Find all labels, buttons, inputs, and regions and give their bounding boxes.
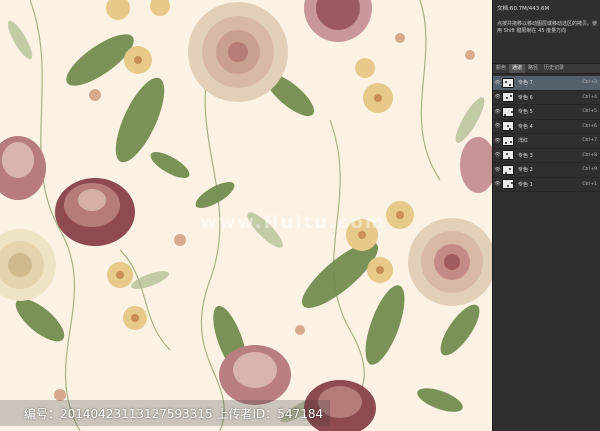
document-info: 文档:60.7M/443.6M 点按并拖移以移动图层或移动选区的拷贝。使用 Sh… (493, 0, 600, 56)
channel-list: 👁 专色 7 Ctrl+3 👁 专色 6 Ctrl+4 👁 专色 5 Ctrl+… (493, 76, 600, 192)
channel-name: 专色 5 (518, 109, 533, 116)
channel-name: 专色 3 (518, 152, 533, 159)
channel-shortcut: Ctrl+9 (582, 167, 597, 173)
channel-name: 专色 4 (518, 123, 533, 130)
document-size: 文档:60.7M/443.6M (497, 6, 550, 12)
channel-name: 专色 1 (518, 181, 533, 188)
channel-row[interactable]: 👁 专色 5 Ctrl+5 (493, 105, 600, 120)
channel-shortcut: Ctrl+4 (582, 94, 597, 100)
footer-id-text: 编号：20140423113127593315 上传者ID：547184 (24, 407, 324, 421)
channel-row[interactable]: 👁 专色 1 Ctrl+1 (493, 178, 600, 192)
channel-row[interactable]: 👁 专色 7 Ctrl+3 (493, 76, 600, 91)
watermark-text: www.Huitu.com (200, 212, 386, 233)
tab-history[interactable]: 历史记录 (541, 64, 567, 73)
channel-row[interactable]: 👁 专色 2 Ctrl+9 (493, 163, 600, 178)
channel-name: 专色 2 (518, 167, 533, 174)
channel-shortcut: Ctrl+1 (582, 181, 597, 187)
eye-icon[interactable]: 👁 (493, 167, 502, 173)
channel-shortcut: Ctrl+7 (582, 138, 597, 144)
tab-color[interactable]: 颜色 (493, 64, 509, 73)
channel-thumbnail (502, 106, 514, 117)
channel-row[interactable]: 👁 专色 4 Ctrl+6 (493, 120, 600, 134)
channel-row[interactable]: 👁 洋红 Ctrl+7 (493, 134, 600, 149)
eye-icon[interactable]: 👁 (493, 109, 502, 115)
channel-shortcut: Ctrl+8 (582, 152, 597, 158)
tool-hint: 点按并拖移以移动图层或移动选区的拷贝。使用 Shift 键限制在 45 度量方向 (497, 21, 598, 34)
channel-row[interactable]: 👁 专色 3 Ctrl+8 (493, 149, 600, 163)
channel-thumbnail (502, 150, 514, 161)
tab-channels[interactable]: 通道 (509, 64, 526, 73)
channel-name: 专色 6 (518, 94, 533, 101)
image-footer: 编号：20140423113127593315 上传者ID：547184 (0, 392, 492, 431)
channel-thumbnail (502, 121, 514, 132)
channel-thumbnail (502, 92, 514, 103)
channel-thumbnail (502, 135, 514, 146)
channel-thumbnail (502, 164, 514, 175)
channel-shortcut: Ctrl+3 (582, 80, 597, 86)
eye-icon[interactable]: 👁 (493, 123, 502, 129)
channel-name: 洋红 (518, 138, 529, 145)
eye-icon[interactable]: 👁 (493, 80, 502, 86)
eye-icon[interactable]: 👁 (493, 181, 502, 187)
tab-paths[interactable]: 路径 (525, 64, 541, 73)
eye-icon[interactable]: 👁 (493, 152, 502, 158)
channels-panel: 文档:60.7M/443.6M 点按并拖移以移动图层或移动选区的拷贝。使用 Sh… (492, 0, 600, 431)
channel-row[interactable]: 👁 专色 6 Ctrl+4 (493, 91, 600, 105)
channel-shortcut: Ctrl+6 (582, 123, 597, 129)
panel-tabs: 颜色 通道 路径 历史记录 (493, 63, 600, 74)
channel-shortcut: Ctrl+5 (582, 109, 597, 115)
channel-thumbnail (502, 77, 514, 88)
channel-name: 专色 7 (518, 80, 533, 87)
channel-thumbnail (502, 179, 514, 190)
eye-icon[interactable]: 👁 (493, 138, 502, 144)
eye-icon[interactable]: 👁 (493, 94, 502, 100)
